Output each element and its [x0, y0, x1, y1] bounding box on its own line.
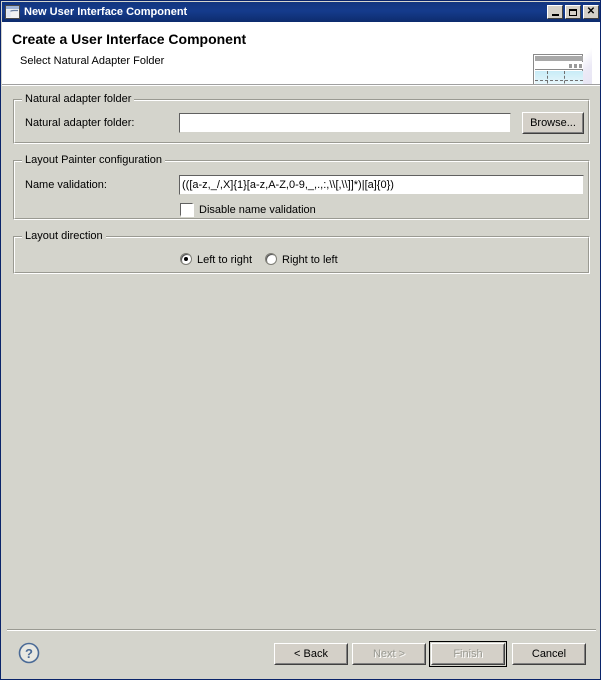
name-validation-input[interactable]: (([a-z,_/,X]{1}[a-z,A-Z,0-9,_,.,:,\\[,\\… — [180, 176, 583, 194]
window-title: New User Interface Component — [24, 6, 188, 18]
close-button[interactable]: ✕ — [583, 5, 599, 19]
group-layout-painter-configuration: Layout Painter configuration Name valida… — [13, 154, 590, 220]
close-icon: ✕ — [586, 6, 596, 17]
wizard-window-icon — [5, 5, 20, 19]
group-legend-layout-painter: Layout Painter configuration — [22, 154, 165, 166]
minimize-button[interactable] — [547, 5, 563, 19]
wizard-body: Natural adapter folder Natural adapter f… — [2, 86, 600, 629]
group-natural-adapter-folder: Natural adapter folder Natural adapter f… — [13, 93, 590, 144]
finish-button-label: Finish — [453, 648, 483, 660]
natural-adapter-folder-input-frame — [179, 113, 511, 133]
page-subtitle: Select Natural Adapter Folder — [20, 55, 165, 67]
radio-left-to-right-label: Left to right — [197, 254, 253, 266]
label-name-validation: Name validation: — [25, 179, 107, 191]
group-legend-layout-direction: Layout direction — [22, 230, 106, 242]
radio-right-to-left[interactable] — [265, 253, 277, 265]
natural-adapter-folder-input[interactable] — [180, 114, 510, 132]
cancel-button-label: Cancel — [531, 648, 567, 660]
disable-name-validation-label: Disable name validation — [199, 204, 316, 216]
back-button[interactable]: < Back — [274, 643, 348, 665]
footer-divider — [7, 629, 596, 631]
group-layout-direction: Layout direction Left to right Right to … — [13, 230, 590, 274]
browse-button-label: Browse... — [530, 117, 576, 129]
wizard-header: Create a User Interface Component Select… — [2, 22, 600, 100]
back-button-label: < Back — [294, 648, 328, 660]
minimize-icon — [551, 13, 559, 16]
svg-text:?: ? — [25, 646, 33, 661]
radio-left-to-right[interactable] — [180, 253, 192, 265]
radio-left-to-right-dot — [184, 257, 188, 261]
next-button: Next > — [352, 643, 426, 665]
group-legend-adapter-folder: Natural adapter folder — [22, 93, 135, 105]
finish-button: Finish — [431, 643, 505, 665]
help-question-icon[interactable]: ? — [18, 642, 40, 664]
label-natural-adapter-folder: Natural adapter folder: — [25, 117, 135, 129]
wizard-dialog: New User Interface Component ✕ Create a … — [0, 0, 601, 680]
name-validation-input-frame: (([a-z,_/,X]{1}[a-z,A-Z,0-9,_,.,:,\\[,\\… — [179, 175, 584, 195]
maximize-button[interactable] — [565, 5, 581, 19]
disable-name-validation-checkbox[interactable] — [180, 203, 194, 217]
title-bar[interactable]: New User Interface Component ✕ — [2, 2, 600, 22]
cancel-button[interactable]: Cancel — [512, 643, 586, 665]
page-title: Create a User Interface Component — [12, 31, 247, 47]
browse-button[interactable]: Browse... — [522, 112, 584, 134]
next-button-label: Next > — [372, 648, 406, 660]
maximize-icon — [569, 8, 577, 16]
radio-right-to-left-label: Right to left — [282, 254, 338, 266]
window-controls: ✕ — [547, 5, 599, 19]
